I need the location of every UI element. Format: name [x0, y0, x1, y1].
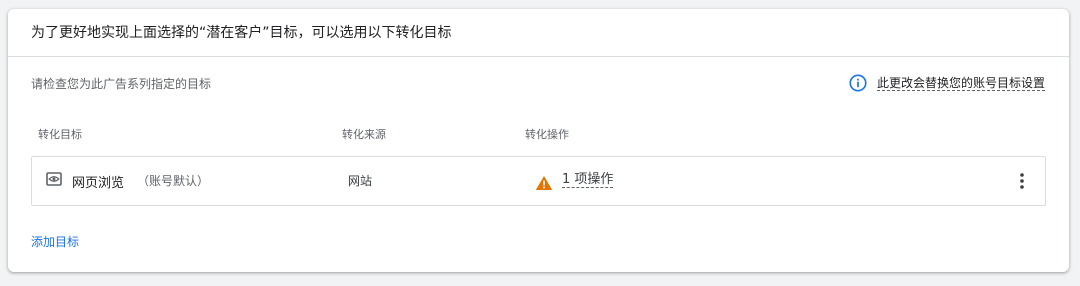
conversion-actions-link[interactable]: 1 项操作	[562, 172, 614, 188]
section-subtitle: 请检查您为此广告系列指定的目标	[31, 77, 212, 91]
eye-icon	[46, 172, 62, 186]
goal-name: 网页浏览	[72, 176, 125, 191]
column-header-actions: 转化操作	[525, 128, 569, 141]
goal-source: 网站	[348, 174, 373, 188]
column-header-goal: 转化目标	[38, 128, 82, 141]
more-vert-icon[interactable]	[1019, 172, 1025, 190]
account-goal-settings-link[interactable]: 此更改会替换您的账号目标设置	[849, 74, 1045, 92]
card-title: 为了更好地实现上面选择的“潜在客户”目标，可以选用以下转化目标	[31, 24, 452, 41]
table-row: 网页浏览 （账号默认） 网站 1 项操作	[31, 156, 1046, 206]
warning-icon	[535, 176, 553, 190]
goal-default-note: （账号默认）	[137, 174, 210, 188]
info-icon	[849, 74, 867, 92]
column-header-source: 转化来源	[342, 128, 386, 141]
conversion-goals-card: 为了更好地实现上面选择的“潜在客户”目标，可以选用以下转化目标 请检查您为此广告…	[8, 9, 1069, 272]
info-link-text[interactable]: 此更改会替换您的账号目标设置	[876, 76, 1045, 91]
card-header: 为了更好地实现上面选择的“潜在客户”目标，可以选用以下转化目标	[8, 9, 1069, 57]
add-goal-button[interactable]: 添加目标	[31, 233, 79, 250]
